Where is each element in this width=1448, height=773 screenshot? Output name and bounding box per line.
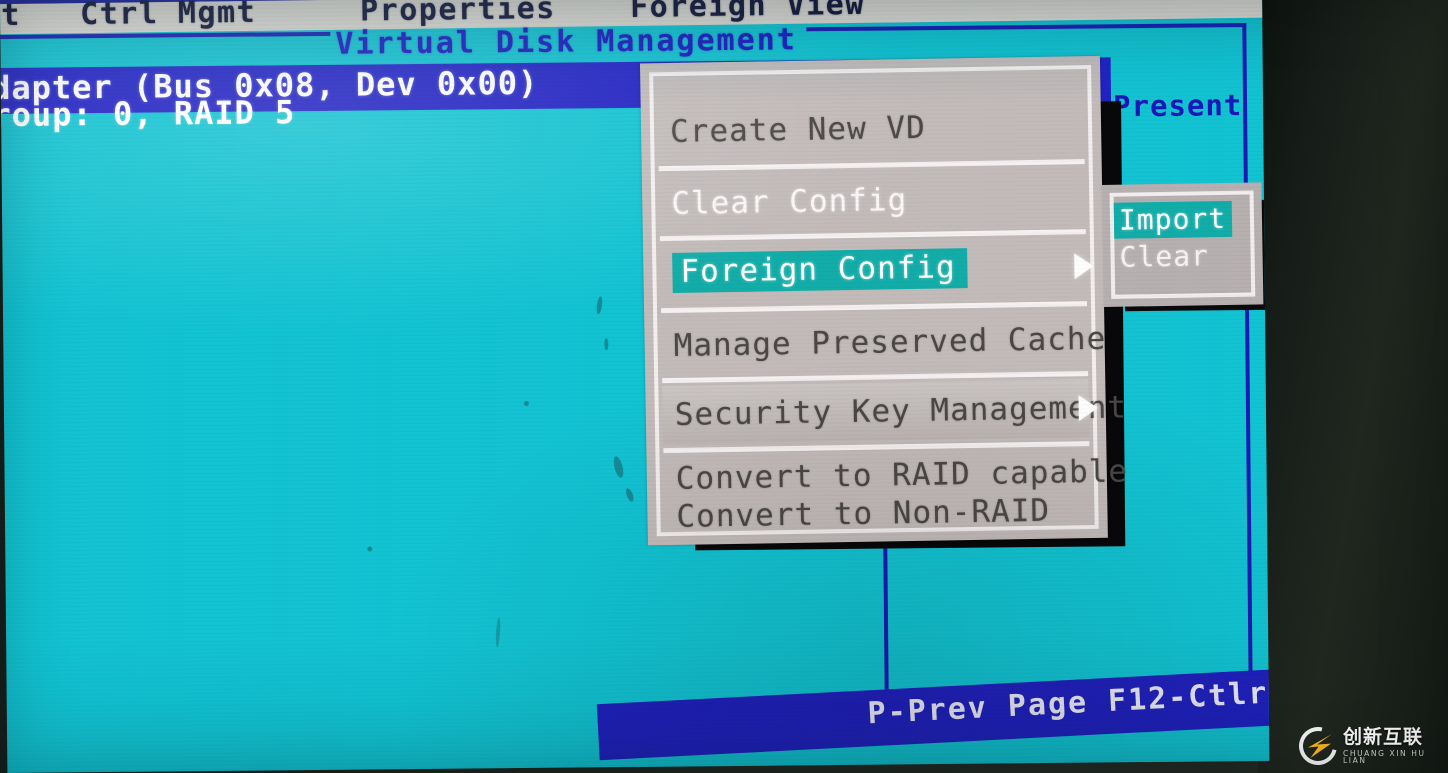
- screen-blemish: [611, 455, 626, 479]
- disk-group-row[interactable]: Group: 0, RAID 5: [0, 90, 671, 141]
- screen-blemish: [495, 617, 501, 648]
- submenu-item-clear[interactable]: Clear: [1114, 239, 1209, 274]
- menu-item-label: Clear Config: [670, 182, 908, 222]
- watermark-logo: 创新互联 CHUANG XIN HU LIAN: [1291, 719, 1444, 773]
- menu-item-label: Security Key Management: [674, 389, 1128, 433]
- menu-item-create-new-vd[interactable]: Create New VD: [658, 97, 1085, 160]
- monitor-bezel-right: [1258, 0, 1448, 773]
- menu-item-label: Create New VD: [669, 109, 927, 150]
- monitor-screen: y 2.00 0021 gmt Ctrl Mgmt Properties For…: [0, 0, 1270, 773]
- foreign-config-submenu: Import Clear: [1101, 182, 1264, 307]
- page-title: Virtual Disk Management: [335, 22, 798, 62]
- menu-foreign-view[interactable]: Foreign View: [630, 0, 865, 25]
- footer-help-bar: P-Prev Page F12-Ctlr: [596, 669, 1270, 761]
- screen-blemish: [624, 487, 636, 503]
- submenu-item-import[interactable]: Import: [1113, 200, 1233, 239]
- menu-ctrl-mgmt[interactable]: Ctrl Mgmt: [80, 0, 257, 32]
- menu-item-label: Manage Preserved Cache: [673, 320, 1107, 364]
- menu-item-label: Convert to Non-RAID: [676, 492, 1051, 535]
- submenu-arrow-icon: [1078, 394, 1098, 422]
- bios-screen-surface: y 2.00 0021 gmt Ctrl Mgmt Properties For…: [0, 0, 1270, 773]
- menu-item-label: Foreign Config: [672, 248, 969, 293]
- submenu-arrow-icon: [1074, 252, 1094, 280]
- screen-blemish: [595, 296, 604, 315]
- menu-vd-mgmt[interactable]: gmt: [0, 0, 21, 34]
- vd-management-menu: Create New VD Clear Config Foreign Confi…: [639, 55, 1128, 546]
- disk-group-label: Group: 0, RAID 5: [0, 93, 296, 135]
- watermark-chinese-text: 创新互联: [1343, 725, 1424, 748]
- menu-item-clear-config[interactable]: Clear Config: [659, 169, 1086, 232]
- watermark-text: 创新互联 CHUANG XIN HU LIAN: [1343, 725, 1444, 765]
- footer-hint-text: P-Prev Page F12-Ctlr: [866, 675, 1270, 732]
- menu-item-foreign-config[interactable]: Foreign Config: [660, 237, 1087, 302]
- panel-rule-right: [806, 23, 1247, 32]
- screen-blemish: [367, 546, 373, 552]
- panel-border-right: [1242, 23, 1253, 724]
- vd-menu-inner-frame: Create New VD Clear Config Foreign Confi…: [649, 64, 1128, 538]
- menu-item-security-key-management[interactable]: Security Key Management: [662, 379, 1127, 445]
- screen-blemish: [604, 338, 609, 351]
- watermark-circle-x-icon: [1291, 719, 1345, 773]
- screen-blemish: [523, 400, 529, 406]
- watermark-pinyin-text: CHUANG XIN HU LIAN: [1343, 748, 1426, 765]
- menu-item-manage-preserved-cache[interactable]: Manage Preserved Cache: [661, 311, 1106, 374]
- menu-item-convert-to-non-raid[interactable]: Convert to Non-RAID: [664, 489, 1091, 538]
- present-status-label: Present: [1112, 88, 1243, 124]
